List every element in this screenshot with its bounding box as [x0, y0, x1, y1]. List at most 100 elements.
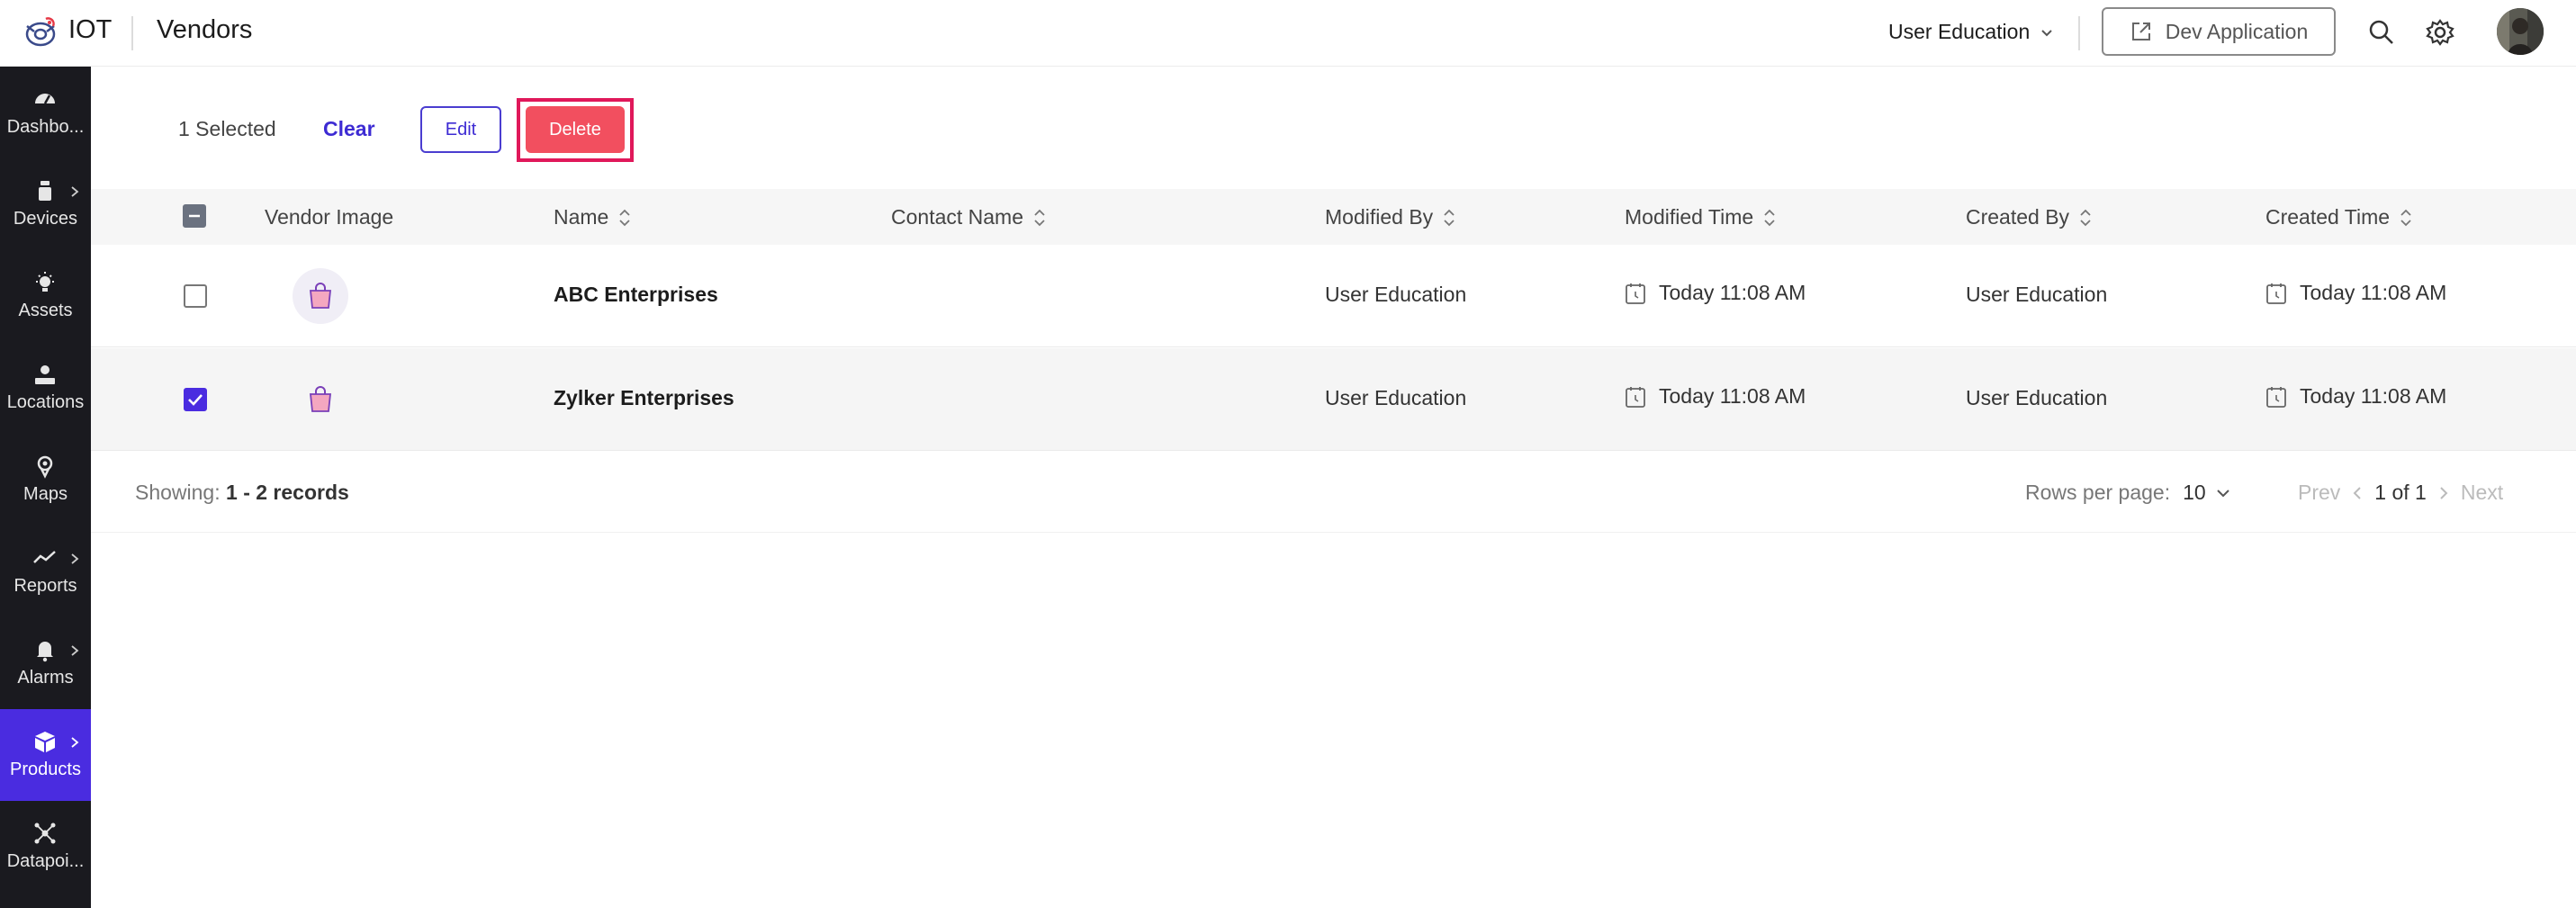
gear-icon[interactable] — [2424, 16, 2456, 49]
dashboard-icon — [35, 94, 55, 104]
created-by: User Education — [1966, 283, 2108, 306]
sidebar-item-label: Reports — [14, 576, 77, 596]
sidebar-item-products[interactable]: Products — [0, 709, 91, 801]
vendor-name[interactable]: Zylker Enterprises — [554, 386, 734, 410]
device-icon — [39, 181, 51, 201]
column-label: Created By — [1966, 205, 2070, 229]
column-label: Modified By — [1325, 205, 1434, 229]
select-all-checkbox[interactable] — [183, 204, 206, 228]
edit-button[interactable]: Edit — [420, 106, 501, 153]
sidebar-item-reports[interactable]: Reports — [0, 526, 91, 617]
sort-icon[interactable] — [1762, 208, 1777, 228]
column-label: Name — [554, 205, 609, 229]
chevron-right-icon — [71, 186, 79, 197]
rows-per-page-select[interactable]: 10 — [2183, 481, 2231, 505]
dev-application-label: Dev Application — [2165, 19, 2309, 43]
top-bar: IOT Vendors User Education Dev Applicati… — [0, 0, 2576, 67]
column-contact-name[interactable]: Contact Name — [891, 205, 1047, 229]
time-text: Today 11:08 AM — [2300, 281, 2447, 304]
sort-icon[interactable] — [2078, 208, 2093, 228]
sort-icon[interactable] — [2399, 208, 2413, 228]
shopping-bag-icon — [310, 386, 331, 412]
vendor-image — [293, 268, 348, 324]
row-checkbox[interactable] — [184, 284, 207, 308]
table-row[interactable]: Zylker Enterprises User Education Today … — [91, 348, 2576, 451]
sidebar-item-label: Locations — [6, 392, 85, 412]
sidebar-item-locations[interactable]: Locations — [0, 342, 91, 434]
bell-icon — [37, 642, 53, 662]
pagination: Prev 1 of 1 Next — [2298, 481, 2503, 505]
sidebar-item-maps[interactable]: Maps — [0, 434, 91, 526]
sidebar-item-dashboard[interactable]: Dashbo... — [0, 67, 91, 158]
table-footer: Showing: 1 - 2 records Rows per page: 10… — [91, 454, 2576, 533]
calendar-clock-icon — [1626, 386, 1645, 408]
sidebar-item-assets[interactable]: Assets — [0, 250, 91, 342]
user-avatar[interactable] — [2497, 8, 2544, 55]
map-pin-icon — [37, 455, 53, 479]
iot-logo-icon[interactable] — [22, 13, 59, 51]
column-name[interactable]: Name — [554, 205, 632, 229]
rows-per-page-value: 10 — [2183, 481, 2206, 504]
clear-selection-link[interactable]: Clear — [323, 117, 375, 141]
checkmark-icon — [188, 394, 203, 406]
next-page-button[interactable]: Next — [2461, 481, 2503, 505]
header-divider — [2078, 16, 2080, 50]
sidebar-item-devices[interactable]: Devices — [0, 158, 91, 250]
page-info: 1 of 1 — [2374, 481, 2427, 504]
org-selector[interactable]: User Education — [1888, 20, 2055, 44]
table-row[interactable]: ABC Enterprises User Education Today 11:… — [91, 245, 2576, 347]
column-modified-by[interactable]: Modified By — [1325, 205, 1456, 229]
modified-by: User Education — [1325, 386, 1467, 409]
sidebar-item-label: Products — [10, 760, 81, 779]
showing-label: Showing: — [135, 481, 221, 504]
record-count: Showing: 1 - 2 records — [135, 481, 349, 505]
chevron-down-icon — [2216, 489, 2229, 497]
time-text: Today 11:08 AM — [2300, 384, 2447, 408]
sidebar-item-label: Assets — [18, 301, 73, 320]
dev-application-button[interactable]: Dev Application — [2102, 7, 2336, 56]
minus-icon — [189, 214, 200, 218]
created-time: Today 11:08 AM — [2265, 281, 2446, 305]
sidebar-item-datapoints[interactable]: Datapoi... — [0, 801, 91, 893]
sidebar-item-label: Maps — [23, 484, 68, 504]
org-name: User Education — [1888, 20, 2031, 43]
sidebar: Dashbo... Devices Assets Locations Maps — [0, 67, 91, 908]
avatar-image — [2497, 8, 2544, 55]
modified-by: User Education — [1325, 283, 1467, 306]
time-text: Today 11:08 AM — [1659, 384, 1806, 408]
prev-page-button[interactable]: Prev — [2298, 481, 2340, 505]
brand-name: IOT — [68, 15, 113, 44]
column-modified-time[interactable]: Modified Time — [1625, 205, 1777, 229]
sidebar-item-label: Alarms — [17, 668, 74, 688]
chevron-right-icon — [71, 737, 79, 748]
asset-icon — [36, 272, 54, 292]
column-vendor-image: Vendor Image — [265, 205, 393, 229]
box-icon — [35, 732, 55, 752]
vendor-name[interactable]: ABC Enterprises — [554, 283, 718, 307]
table-header: Vendor Image Name Contact Name Modified … — [91, 189, 2576, 245]
search-icon[interactable] — [2365, 16, 2398, 49]
sort-icon[interactable] — [617, 208, 632, 228]
sort-icon[interactable] — [1442, 208, 1456, 228]
created-by: User Education — [1966, 386, 2108, 409]
column-created-by[interactable]: Created By — [1966, 205, 2093, 229]
row-checkbox[interactable] — [184, 388, 207, 411]
time-text: Today 11:08 AM — [1659, 281, 1806, 304]
sort-icon[interactable] — [1032, 208, 1047, 228]
rows-per-page: Rows per page: 10 — [2025, 481, 2231, 505]
reports-icon — [33, 551, 56, 563]
delete-button[interactable]: Delete — [526, 106, 625, 153]
column-label: Created Time — [2265, 205, 2391, 229]
sidebar-item-label: Devices — [13, 209, 78, 229]
chevron-right-icon[interactable] — [2437, 485, 2450, 501]
selected-count: 1 Selected — [178, 117, 276, 140]
chevron-right-icon — [71, 553, 79, 564]
column-created-time[interactable]: Created Time — [2265, 205, 2413, 229]
sidebar-item-label: Dashbo... — [6, 117, 85, 137]
modified-time: Today 11:08 AM — [1625, 281, 1806, 305]
chevron-left-icon[interactable] — [2351, 485, 2364, 501]
created-time: Today 11:08 AM — [2265, 384, 2446, 409]
datapoint-icon — [34, 823, 56, 844]
sidebar-item-alarms[interactable]: Alarms — [0, 617, 91, 709]
column-label: Contact Name — [891, 205, 1024, 229]
